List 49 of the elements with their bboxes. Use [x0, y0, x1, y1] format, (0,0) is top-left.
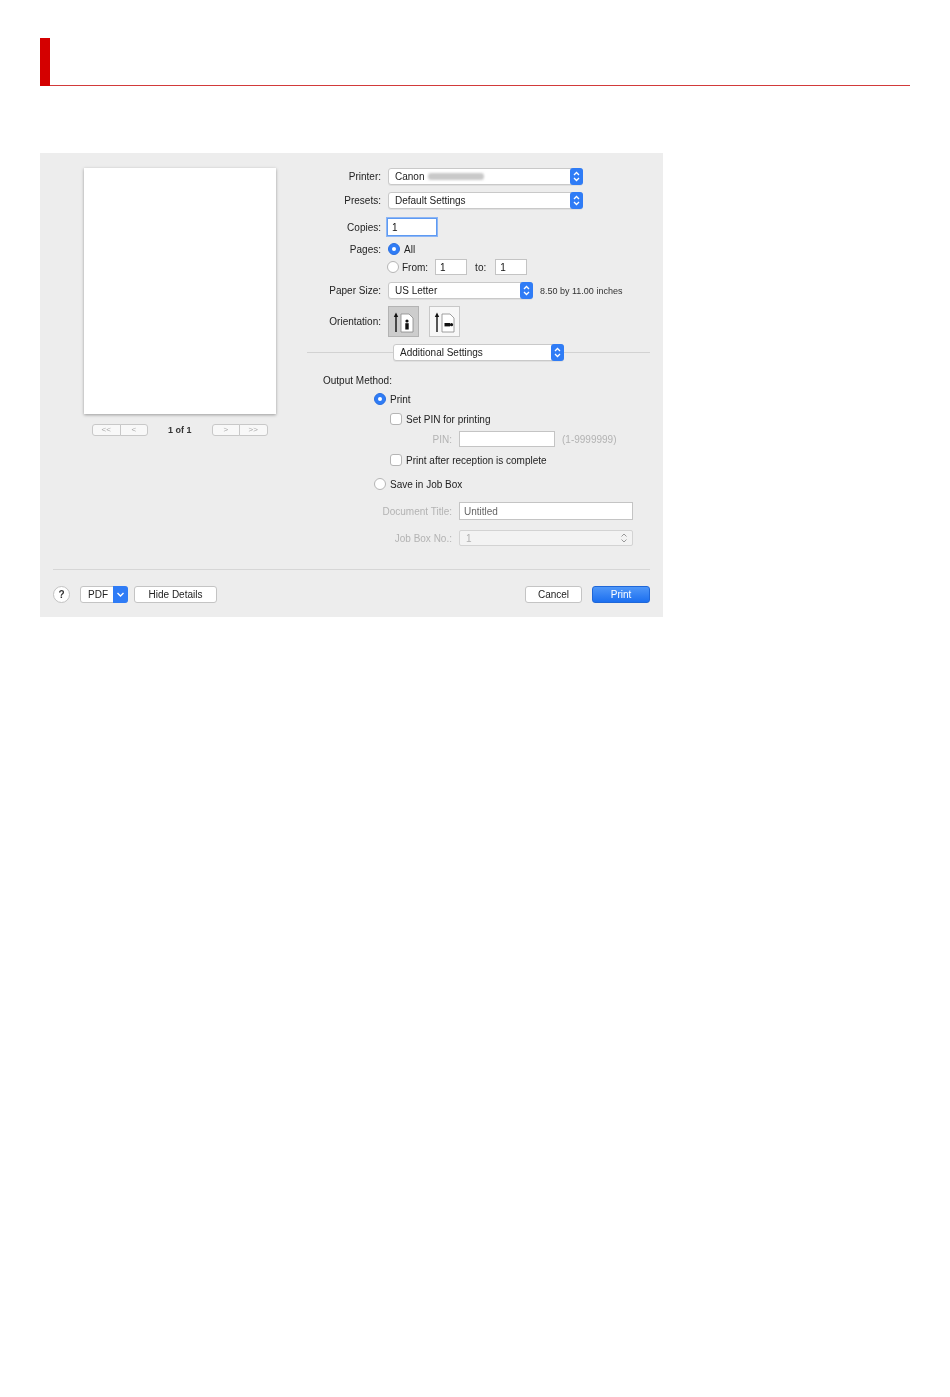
updown-chevron-icon — [520, 282, 533, 299]
updown-chevron-icon — [570, 168, 583, 185]
radio-label: Print — [390, 393, 411, 405]
orientation-button[interactable] — [388, 306, 419, 337]
field-label: Job Box No.: — [393, 532, 452, 544]
radio-button[interactable] — [387, 261, 399, 273]
updown-chevron-icon — [570, 192, 583, 209]
paper-dimensions: 8.50 by 11.00 inches — [540, 285, 623, 296]
field-label: Pages: — [348, 243, 381, 255]
landscape-page-icon — [433, 310, 456, 333]
section-label: Output Method: — [323, 375, 392, 387]
updown-chevron-icon — [621, 533, 627, 543]
checkbox-label: Print after reception is complete — [406, 454, 547, 466]
field-label: Presets: — [343, 195, 381, 206]
field-label: Printer: — [347, 171, 381, 182]
presets-select[interactable]: Default Settings — [388, 192, 583, 209]
range-hint: (1-9999999) — [562, 433, 617, 445]
printer-select[interactable]: Canon — [388, 168, 583, 185]
to-page-field[interactable]: 1 — [495, 259, 528, 275]
heading-accent-bar — [40, 38, 50, 86]
checkbox[interactable] — [390, 413, 402, 425]
checkbox[interactable] — [390, 454, 402, 466]
text-field[interactable] — [459, 431, 555, 447]
field-label: PIN: — [431, 433, 452, 445]
radio-label: All — [404, 243, 416, 255]
radio-label: Save in Job Box — [390, 478, 463, 490]
panel-select[interactable]: Additional Settings — [393, 344, 564, 361]
from-page-field[interactable]: 1 — [435, 259, 468, 275]
hide-details-button[interactable]: Hide Details — [134, 586, 217, 603]
updown-chevron-icon — [551, 344, 564, 361]
print-button[interactable]: Print — [592, 586, 650, 603]
radio-button[interactable] — [388, 243, 400, 255]
page-count: 1 of 1 — [168, 425, 192, 435]
radio-button[interactable] — [374, 478, 386, 490]
portrait-page-icon — [392, 310, 415, 333]
orientation-button[interactable] — [429, 306, 460, 337]
radio-button[interactable] — [374, 393, 386, 405]
pdf-menu-button[interactable]: PDF — [80, 586, 128, 603]
help-button[interactable]: ? — [53, 586, 70, 603]
field-label: Paper Size: — [328, 285, 381, 296]
field-label: to: — [475, 261, 487, 273]
checkbox-label: Set PIN for printing — [406, 413, 491, 425]
paper-size-select[interactable]: US Letter — [388, 282, 533, 299]
field-label: Copies: — [346, 221, 381, 233]
radio-label: From: — [402, 261, 429, 273]
copies-field[interactable]: 1 — [387, 218, 437, 236]
cancel-button[interactable]: Cancel — [525, 586, 582, 603]
field-label: Orientation: — [328, 316, 381, 327]
chevron-down-icon — [113, 586, 128, 603]
